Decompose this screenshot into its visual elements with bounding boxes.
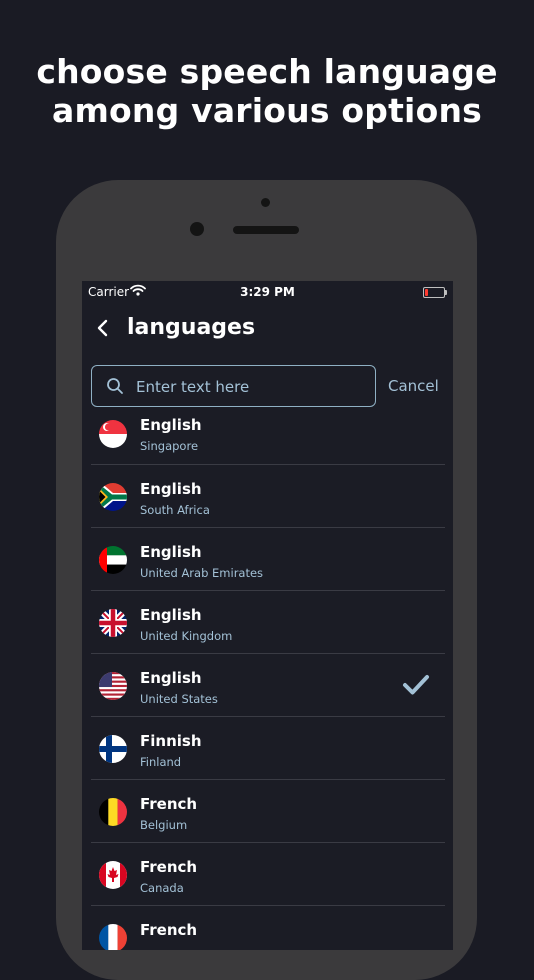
back-chevron-icon[interactable]	[96, 319, 108, 341]
language-row[interactable]: English Singapore	[91, 411, 445, 465]
language-row[interactable]: French	[91, 906, 445, 950]
language-name: Finnish	[140, 732, 202, 750]
language-row[interactable]: English United Arab Emirates	[91, 528, 445, 591]
status-time: 3:29 PM	[240, 285, 295, 299]
uk-flag-icon	[99, 609, 127, 637]
language-row[interactable]: Finnish Finland	[91, 717, 445, 780]
headline-line-1: choose speech language	[36, 52, 498, 91]
language-region: South Africa	[140, 503, 210, 517]
phone-camera	[190, 222, 204, 236]
status-bar: Carrier 3:29 PM	[82, 281, 453, 303]
nav-bar: languages	[82, 311, 453, 347]
language-row[interactable]: English South Africa	[91, 465, 445, 528]
battery-icon	[423, 287, 447, 298]
language-region: United Arab Emirates	[140, 566, 264, 580]
language-region: Singapore	[140, 439, 199, 453]
language-row[interactable]: French Canada	[91, 843, 445, 906]
page-title: languages	[127, 315, 256, 340]
language-name: French	[140, 795, 198, 813]
language-row-selected[interactable]: English United States	[91, 654, 445, 717]
language-list: English Singapore English South Africa E…	[91, 411, 445, 950]
phone-screen: Carrier 3:29 PM languages Cancel	[82, 281, 453, 950]
language-row[interactable]: English United Kingdom	[91, 591, 445, 654]
language-region: United Kingdom	[140, 629, 233, 643]
south-africa-flag-icon	[99, 483, 127, 511]
language-row[interactable]: French Belgium	[91, 780, 445, 843]
phone-sensor	[261, 198, 270, 207]
belgium-flag-icon	[99, 798, 127, 826]
language-name: English	[140, 606, 202, 624]
us-flag-icon	[99, 672, 127, 700]
finland-flag-icon	[99, 735, 127, 763]
language-name: English	[140, 416, 202, 434]
headline-line-2: among various options	[52, 91, 482, 130]
language-name: French	[140, 921, 198, 939]
singapore-flag-icon	[99, 420, 127, 448]
language-region: Belgium	[140, 818, 188, 832]
language-region: Finland	[140, 755, 182, 769]
france-flag-icon	[99, 924, 127, 950]
uae-flag-icon	[99, 546, 127, 574]
cancel-button[interactable]: Cancel	[388, 377, 439, 395]
language-region: Canada	[140, 881, 184, 895]
language-name: French	[140, 858, 198, 876]
language-name: English	[140, 480, 202, 498]
headline: choose speech language among various opt…	[0, 52, 534, 130]
language-name: English	[140, 543, 202, 561]
canada-flag-icon	[99, 861, 127, 889]
checkmark-icon	[402, 674, 430, 700]
language-region: United States	[140, 692, 218, 706]
phone-speaker	[233, 226, 299, 234]
search-input[interactable]	[134, 366, 373, 407]
search-icon	[106, 377, 124, 399]
search-box[interactable]	[91, 365, 376, 407]
language-name: English	[140, 669, 202, 687]
